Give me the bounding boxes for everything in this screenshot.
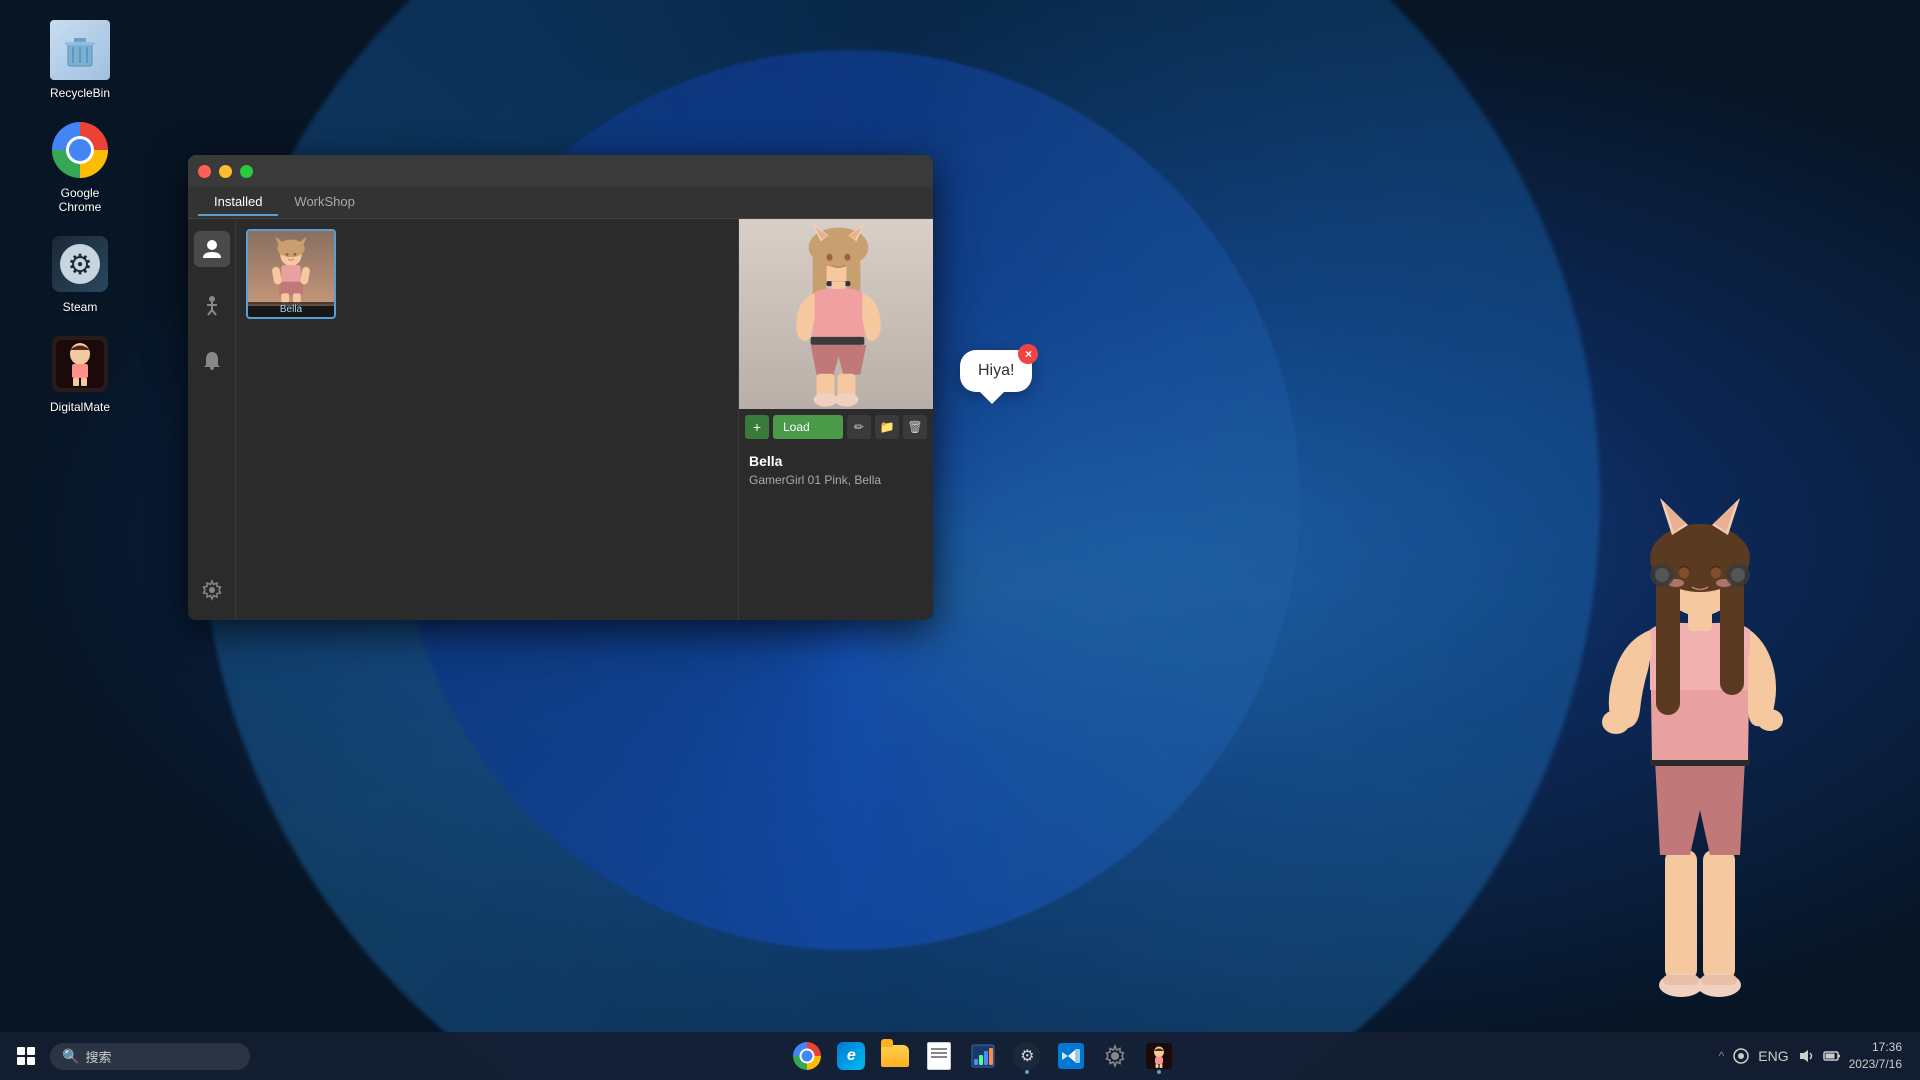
- detail-panel: + Load ✏ 📁 🗑 Bella GamerGirl 01 Pink, B: [738, 219, 933, 620]
- taskbar-app-digitalmate[interactable]: [1139, 1036, 1179, 1076]
- clock-time: 17:36: [1872, 1039, 1902, 1056]
- detail-actions: + Load ✏ 📁 🗑: [739, 409, 933, 445]
- window-minimize-button[interactable]: [219, 165, 232, 178]
- sidebar-icon-user[interactable]: [194, 231, 230, 267]
- sidebar-icon-settings[interactable]: [194, 572, 230, 608]
- window-close-button[interactable]: [198, 165, 211, 178]
- window-titlebar: [188, 155, 933, 187]
- plus-icon: +: [753, 419, 761, 435]
- edge-icon: e: [837, 1042, 865, 1070]
- settings-taskbar-icon: [1102, 1043, 1128, 1069]
- desktop-icon-digitalmate[interactable]: DigitalMate: [40, 334, 120, 414]
- folder-icon: 📁: [880, 420, 895, 434]
- edit-button[interactable]: ✏: [847, 415, 871, 439]
- battery-icon[interactable]: [1823, 1047, 1841, 1065]
- taskbar-pinned-apps: e ⚙: [258, 1036, 1709, 1076]
- search-icon: 🔍: [62, 1048, 79, 1065]
- windows-logo-icon: [17, 1047, 35, 1065]
- sidebar-icon-figure[interactable]: [194, 287, 230, 323]
- desktop-icon-recycle-bin[interactable]: RecycleBin: [40, 20, 120, 100]
- character-preview-image: [248, 231, 334, 306]
- virtual-character-svg: [1560, 410, 1840, 1030]
- delete-button[interactable]: 🗑: [903, 415, 927, 439]
- window-tabs: Installed WorkShop: [188, 187, 933, 219]
- taskbar-app-notepad[interactable]: [919, 1036, 959, 1076]
- steam-icon: [50, 234, 110, 294]
- character-card-bella[interactable]: Bella: [246, 229, 336, 319]
- taskbar: 🔍 搜索 e ⚙: [0, 1032, 1920, 1080]
- load-button[interactable]: Load: [773, 415, 843, 439]
- chrome-mini-icon: [793, 1042, 821, 1070]
- taskbar-app-explorer[interactable]: [875, 1036, 915, 1076]
- virtual-character: [1560, 410, 1840, 1030]
- sidebar-icon-bell[interactable]: [194, 343, 230, 379]
- chrome-label: Google Chrome: [40, 186, 120, 214]
- window-body: Bella: [188, 219, 933, 620]
- load-label: Load: [783, 420, 810, 434]
- folder-button[interactable]: 📁: [875, 415, 899, 439]
- desktop-icons: RecycleBin Google Chrome Steam: [0, 0, 160, 434]
- clock-date: 2023/7/16: [1849, 1056, 1902, 1073]
- digitalmate-label: DigitalMate: [50, 400, 110, 414]
- taskbar-app-settings[interactable]: [1095, 1036, 1135, 1076]
- window-sidebar: [188, 219, 236, 620]
- tab-installed[interactable]: Installed: [198, 189, 278, 216]
- edit-icon: ✏: [854, 420, 864, 434]
- detail-preview: [739, 219, 933, 409]
- steam-label: Steam: [63, 300, 98, 314]
- detail-info: Bella GamerGirl 01 Pink, Bella: [739, 445, 933, 495]
- recycle-bin-icon: [50, 20, 110, 80]
- taskbar-app-vscode[interactable]: [1051, 1036, 1091, 1076]
- delete-icon: 🗑: [907, 420, 922, 434]
- desktop-icon-steam[interactable]: Steam: [40, 234, 120, 314]
- app-window: Installed WorkShop: [188, 155, 933, 620]
- digitalmate-icon: [50, 334, 110, 394]
- language-label[interactable]: ENG: [1758, 1048, 1788, 1064]
- detail-char-subtitle: GamerGirl 01 Pink, Bella: [749, 473, 923, 487]
- taskbar-app-taskmanager[interactable]: [963, 1036, 1003, 1076]
- search-text: 搜索: [85, 1047, 111, 1066]
- speaker-icon[interactable]: [1797, 1047, 1815, 1065]
- speech-bubble-text: Hiya!: [978, 362, 1014, 379]
- taskbar-search[interactable]: 🔍 搜索: [50, 1043, 250, 1070]
- taskbar-app-steam[interactable]: ⚙: [1007, 1036, 1047, 1076]
- explorer-icon: [881, 1045, 909, 1067]
- taskmanager-icon: [970, 1043, 996, 1069]
- steam-taskbar-icon: ⚙: [1013, 1042, 1041, 1070]
- start-button[interactable]: [8, 1038, 44, 1074]
- speech-bubble: Hiya! ×: [960, 350, 1032, 392]
- load-plus-button[interactable]: +: [745, 415, 769, 439]
- taskbar-app-chrome[interactable]: [787, 1036, 827, 1076]
- tab-workshop[interactable]: WorkShop: [278, 189, 370, 216]
- detail-char-name: Bella: [749, 453, 923, 469]
- vscode-icon: [1058, 1043, 1084, 1069]
- recycle-bin-label: RecycleBin: [50, 86, 110, 100]
- digitalmate-taskbar-icon: [1146, 1043, 1172, 1069]
- taskbar-clock[interactable]: 17:36 2023/7/16: [1849, 1039, 1902, 1073]
- character-grid: Bella: [236, 219, 738, 620]
- chrome-icon: [50, 120, 110, 180]
- network-icon[interactable]: [1732, 1047, 1750, 1065]
- window-maximize-button[interactable]: [240, 165, 253, 178]
- desktop-icon-chrome[interactable]: Google Chrome: [40, 120, 120, 214]
- taskbar-app-edge[interactable]: e: [831, 1036, 871, 1076]
- tray-chevron-icon[interactable]: ^: [1719, 1049, 1725, 1063]
- notepad-icon: [927, 1042, 951, 1070]
- taskbar-system-tray: ^ ENG 17:36 2023/7/16: [1709, 1039, 1912, 1073]
- character-name-tag: Bella: [248, 302, 334, 317]
